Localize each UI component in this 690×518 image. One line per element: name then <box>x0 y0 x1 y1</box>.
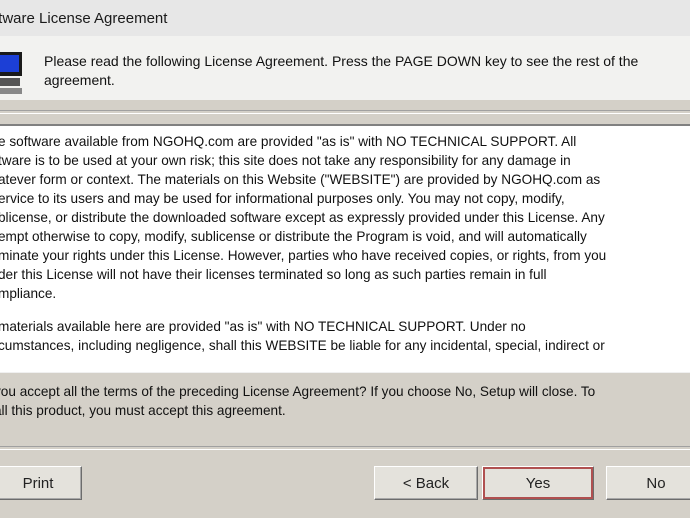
footer-separator <box>0 446 690 450</box>
license-text-area[interactable]: e software available from NGOHQ.com are … <box>0 124 690 373</box>
header-separator <box>0 110 690 114</box>
window-title: ftware License Agreement <box>0 10 168 27</box>
instructions-text: Please read the following License Agreem… <box>44 53 639 88</box>
dialog-bottom-edge <box>0 508 690 518</box>
accept-question: you accept all the terms of the precedin… <box>0 384 596 418</box>
license-paragraph-2: materials available here are provided "a… <box>0 319 605 353</box>
no-button[interactable]: No <box>606 466 690 500</box>
yes-button[interactable]: Yes <box>482 466 594 500</box>
back-button[interactable]: < Back <box>374 466 478 500</box>
monitor-icon <box>0 52 22 94</box>
print-button[interactable]: Print <box>0 466 82 500</box>
license-paragraph-1: e software available from NGOHQ.com are … <box>0 134 607 301</box>
title-bar: ftware License Agreement <box>0 0 690 37</box>
